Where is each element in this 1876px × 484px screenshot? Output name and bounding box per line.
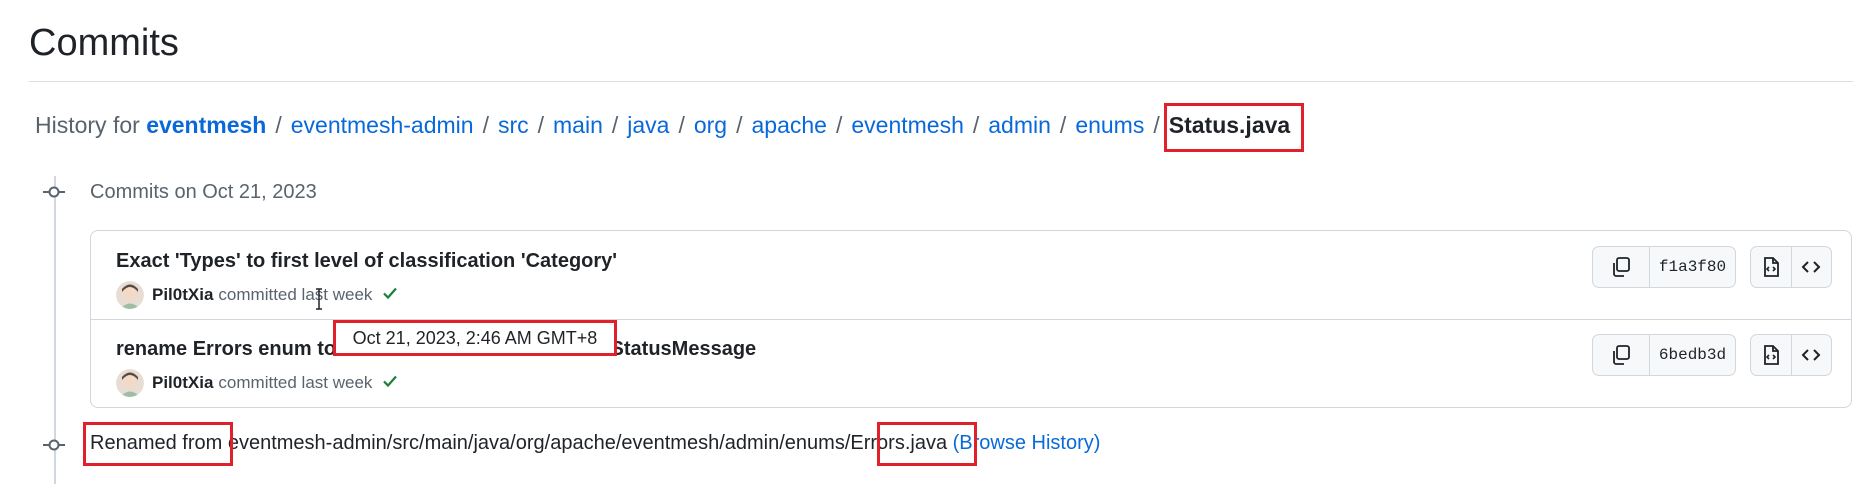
rename-old-file: Errors.java [850, 432, 948, 454]
rename-old-path: eventmesh-admin/src/main/java/org/apache… [227, 432, 851, 454]
author-link[interactable]: Pil0tXia [152, 373, 213, 393]
code-icon [1801, 261, 1821, 273]
sha-group: 6bedb3d [1592, 334, 1736, 376]
text-cursor-icon [314, 288, 324, 315]
timestamp-tooltip: Oct 21, 2023, 2:46 AM GMT+8 [333, 320, 617, 356]
commit-sha-link[interactable]: 6bedb3d [1650, 335, 1735, 375]
avatar[interactable] [116, 281, 144, 309]
copy-icon [1613, 257, 1630, 277]
breadcrumb-separator: / [611, 112, 619, 138]
title-divider [29, 81, 1853, 82]
breadcrumb-link-enums[interactable]: enums [1075, 112, 1144, 138]
breadcrumb-separator: / [835, 112, 843, 138]
file-code-icon [1763, 257, 1779, 277]
breadcrumb-separator: / [482, 112, 489, 138]
breadcrumb-link-java[interactable]: java [627, 112, 669, 138]
breadcrumb-separator: / [537, 112, 545, 138]
browse-repo-at-commit-button[interactable] [1792, 247, 1832, 287]
view-actions [1750, 334, 1832, 376]
browse-repo-at-commit-button[interactable] [1792, 335, 1832, 375]
breadcrumb-link-src[interactable]: src [498, 112, 529, 138]
rename-node-icon [43, 434, 65, 456]
avatar[interactable] [116, 369, 144, 397]
author-link[interactable]: Pil0tXia [152, 285, 213, 305]
file-code-icon [1763, 345, 1779, 365]
breadcrumb-current-file: Status.java [1168, 112, 1291, 138]
breadcrumb-link-apache[interactable]: apache [752, 112, 827, 138]
breadcrumb-separator: / [275, 112, 282, 138]
commit-message-link[interactable]: Exact 'Types' to first level of classifi… [116, 250, 617, 273]
breadcrumb-separator: / [1153, 112, 1160, 138]
view-actions [1750, 246, 1832, 288]
copy-sha-button[interactable] [1593, 247, 1650, 287]
browse-history-link[interactable]: (Browse History) [953, 432, 1101, 454]
breadcrumb-link-admin[interactable]: admin [988, 112, 1051, 138]
breadcrumb-separator: / [972, 112, 980, 138]
copy-icon [1613, 345, 1630, 365]
commit-action: committed last week [218, 285, 373, 304]
view-file-at-commit-button[interactable] [1751, 335, 1792, 375]
rename-notice: Renamed from eventmesh-admin/src/main/ja… [90, 432, 1100, 455]
commit-meta: Pil0tXia committed last week [116, 369, 400, 397]
code-icon [1801, 349, 1821, 361]
check-icon[interactable] [380, 283, 400, 308]
sha-group: f1a3f80 [1592, 246, 1736, 288]
commit-group-label: Commits on Oct 21, 2023 [90, 181, 317, 203]
view-file-at-commit-button[interactable] [1751, 247, 1792, 287]
breadcrumb-link-org[interactable]: org [694, 112, 727, 138]
breadcrumb-prefix: History for [35, 112, 140, 138]
rename-prefix: Renamed from [90, 432, 223, 454]
breadcrumb-link-eventmesh[interactable]: eventmesh [851, 112, 964, 138]
breadcrumb-link-main[interactable]: main [553, 112, 603, 138]
commit-action: committed last week [218, 373, 373, 392]
copy-sha-button[interactable] [1593, 335, 1650, 375]
breadcrumb-link-eventmesh-admin[interactable]: eventmesh-admin [291, 112, 474, 138]
breadcrumb-root-link[interactable]: eventmesh [146, 112, 266, 138]
commit-meta: Pil0tXia committed last week [116, 281, 400, 309]
breadcrumb: History for eventmesh / eventmesh-admin / sr… [35, 112, 1290, 139]
breadcrumb-separator: / [1059, 112, 1067, 138]
check-icon[interactable] [380, 371, 400, 396]
breadcrumb-separator: / [736, 112, 743, 138]
commit-sha-link[interactable]: f1a3f80 [1650, 247, 1735, 287]
commit-node-icon [43, 181, 65, 203]
page-title: Commits [29, 22, 179, 64]
breadcrumb-separator: / [678, 112, 685, 138]
commit-list: Exact 'Types' to first level of classifi… [90, 230, 1852, 408]
